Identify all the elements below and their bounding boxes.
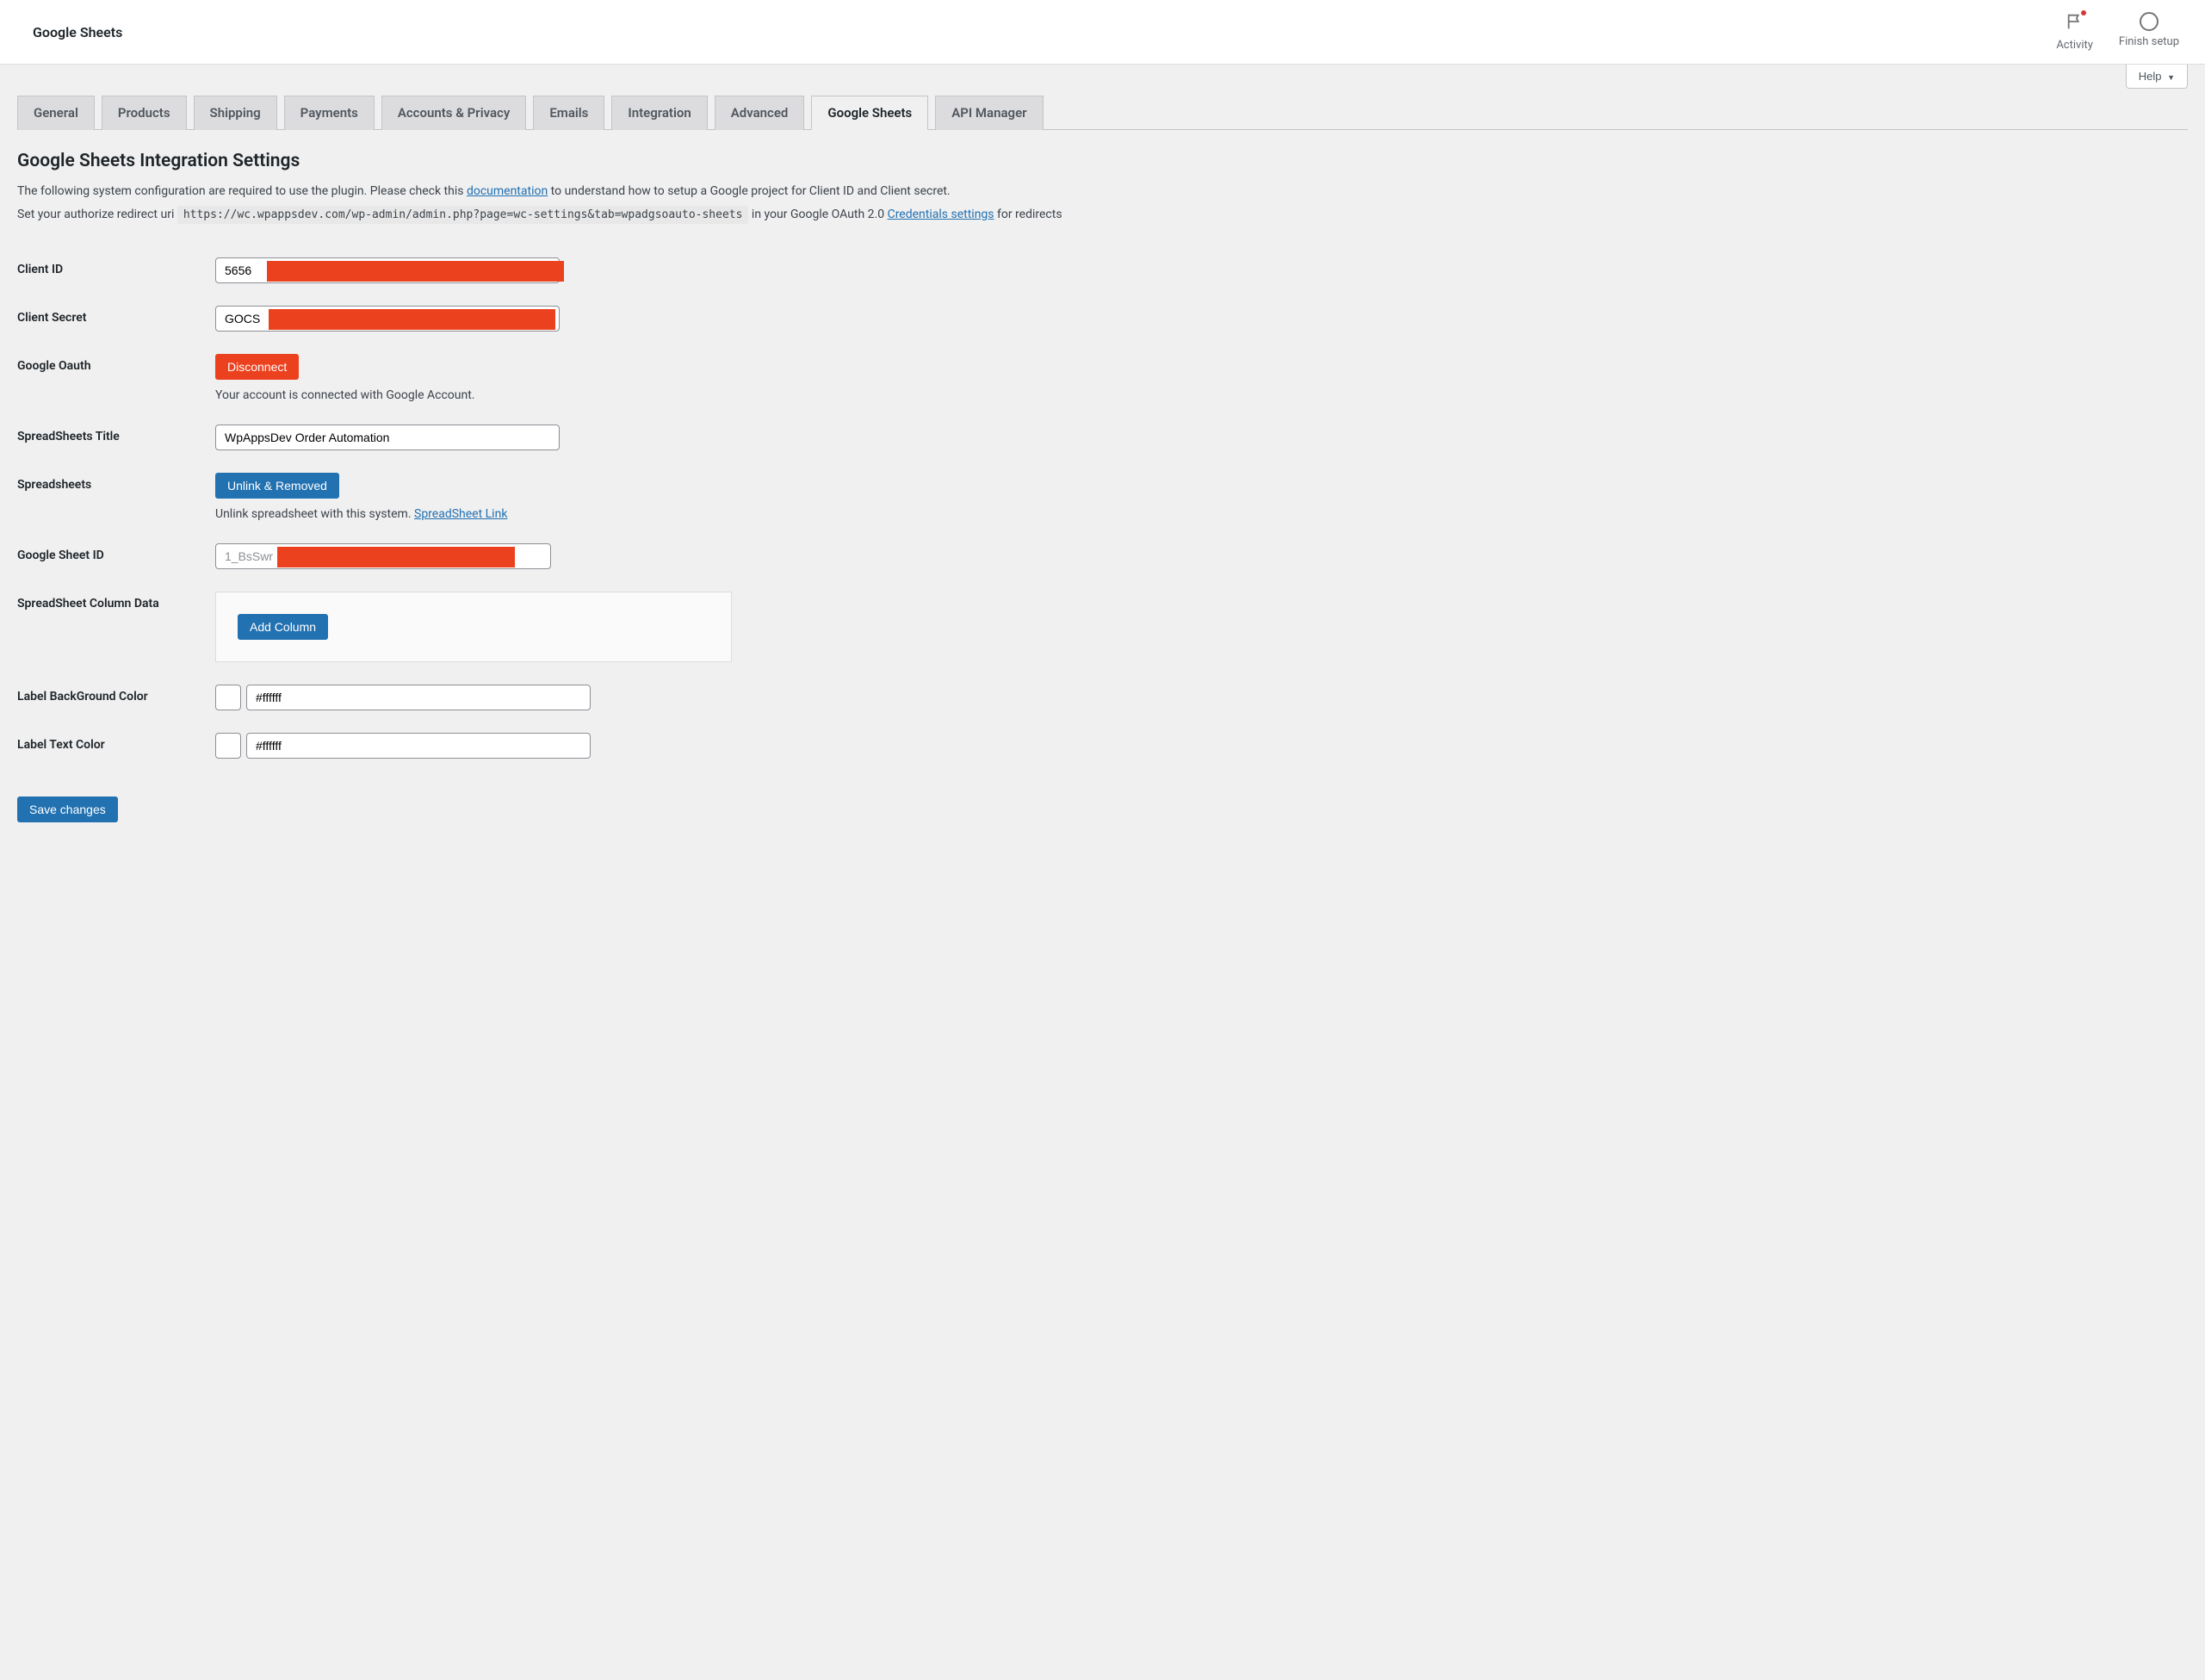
redirect-uri-code: https://wc.wpappsdev.com/wp-admin/admin.…: [177, 206, 749, 224]
tab-api-manager[interactable]: API Manager: [935, 96, 1043, 130]
client-id-input[interactable]: [215, 257, 560, 283]
unlink-removed-button[interactable]: Unlink & Removed: [215, 473, 339, 499]
settings-tabs: General Products Shipping Payments Accou…: [17, 96, 2188, 130]
unlink-help-text: Unlink spreadsheet with this system. Spr…: [215, 507, 2188, 521]
main-content: General Products Shipping Payments Accou…: [0, 96, 2205, 848]
tab-accounts-privacy[interactable]: Accounts & Privacy: [381, 96, 527, 130]
tab-shipping[interactable]: Shipping: [194, 96, 277, 130]
section-heading: Google Sheets Integration Settings: [17, 151, 2188, 171]
google-sheet-id-label: Google Sheet ID: [17, 535, 215, 583]
column-data-label: SpreadSheet Column Data: [17, 583, 215, 676]
activity-button[interactable]: Activity: [2056, 12, 2093, 52]
google-oauth-label: Google Oauth: [17, 345, 215, 416]
desc-line-1: The following system configuration are r…: [17, 182, 2188, 201]
label-text-color-label: Label Text Color: [17, 724, 215, 772]
client-secret-input[interactable]: [215, 306, 560, 332]
toolbar-right: Activity Finish setup: [2056, 12, 2179, 52]
oauth-help-text: Your account is connected with Google Ac…: [215, 388, 2188, 402]
tab-general[interactable]: General: [17, 96, 95, 130]
tab-integration[interactable]: Integration: [611, 96, 707, 130]
top-toolbar: Google Sheets Activity Finish setup: [0, 0, 2205, 65]
activity-label: Activity: [2056, 39, 2093, 52]
documentation-link[interactable]: documentation: [467, 184, 548, 198]
finish-setup-button[interactable]: Finish setup: [2119, 12, 2179, 52]
tab-emails[interactable]: Emails: [533, 96, 604, 130]
help-toggle-button[interactable]: Help ▼: [2126, 65, 2188, 89]
spreadsheet-link[interactable]: SpreadSheet Link: [414, 507, 507, 521]
finish-setup-label: Finish setup: [2119, 35, 2179, 48]
spreadsheets-title-label: SpreadSheets Title: [17, 416, 215, 464]
submit-row: Save changes: [17, 797, 2188, 822]
help-row: Help ▼: [0, 65, 2205, 89]
spreadsheets-title-input[interactable]: [215, 425, 560, 450]
google-sheet-id-input: [215, 543, 551, 569]
flag-icon: [2066, 12, 2084, 34]
label-bg-color-label: Label BackGround Color: [17, 676, 215, 724]
column-data-box: Add Column: [215, 592, 732, 662]
client-id-label: Client ID: [17, 249, 215, 297]
add-column-button[interactable]: Add Column: [238, 614, 328, 640]
desc-line-2: Set your authorize redirect uri https://…: [17, 205, 2188, 225]
text-color-input[interactable]: [246, 733, 591, 759]
save-changes-button[interactable]: Save changes: [17, 797, 118, 822]
spreadsheets-label: Spreadsheets: [17, 464, 215, 535]
tab-advanced[interactable]: Advanced: [715, 96, 805, 130]
client-secret-label: Client Secret: [17, 297, 215, 345]
circle-icon: [2140, 12, 2159, 31]
text-color-swatch[interactable]: [215, 733, 241, 759]
credentials-settings-link[interactable]: Credentials settings: [888, 208, 994, 221]
tab-google-sheets[interactable]: Google Sheets: [811, 96, 928, 130]
chevron-down-icon: ▼: [2167, 73, 2175, 82]
tab-payments[interactable]: Payments: [284, 96, 375, 130]
tab-products[interactable]: Products: [102, 96, 187, 130]
page-title: Google Sheets: [33, 24, 122, 40]
bg-color-swatch[interactable]: [215, 685, 241, 710]
bg-color-input[interactable]: [246, 685, 591, 710]
settings-form-table: Client ID Client Secret Google Oauth Dis…: [17, 249, 2188, 772]
disconnect-button[interactable]: Disconnect: [215, 354, 299, 380]
